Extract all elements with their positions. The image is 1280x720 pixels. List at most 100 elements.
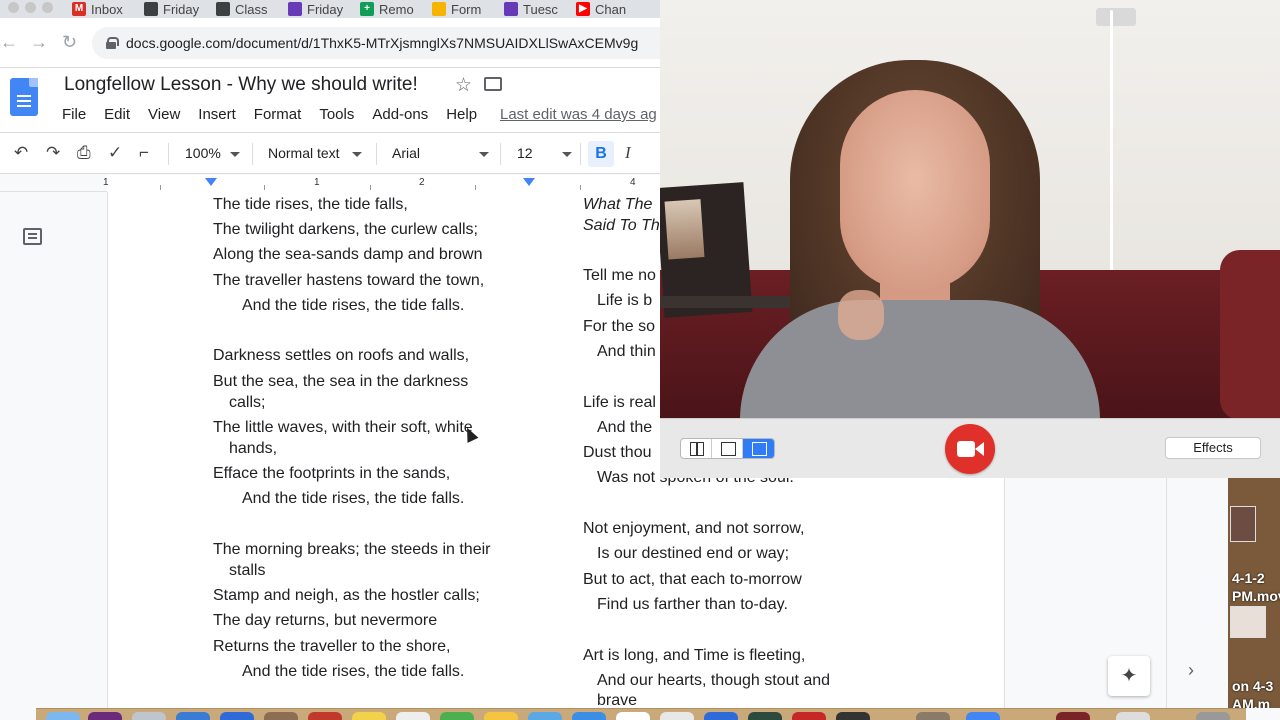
- app-icon[interactable]: [220, 712, 254, 720]
- app-icon[interactable]: [528, 712, 562, 720]
- app-icon[interactable]: [916, 712, 950, 720]
- spellcheck-icon[interactable]: ✓: [108, 143, 122, 163]
- indent-marker[interactable]: [205, 178, 217, 186]
- poem-line: The twilight darkens, the curlew calls;: [213, 221, 478, 238]
- style-select[interactable]: Normal text: [268, 145, 340, 161]
- file-name[interactable]: on 4-3: [1232, 678, 1273, 694]
- reload-icon[interactable]: ↻: [62, 32, 77, 53]
- app-icon[interactable]: [88, 712, 122, 720]
- explore-button[interactable]: ✦: [1108, 656, 1150, 696]
- print-icon[interactable]: ⎙: [77, 143, 91, 163]
- record-button[interactable]: [945, 424, 995, 474]
- document-outline-icon[interactable]: [23, 228, 42, 245]
- video-file-thumbnail[interactable]: [1230, 506, 1256, 542]
- poem-line: The little waves, with their soft, white: [213, 419, 473, 436]
- tab-friday-form[interactable]: Friday: [288, 0, 343, 18]
- font-select[interactable]: Arial: [392, 145, 420, 161]
- forward-icon[interactable]: →: [30, 32, 48, 53]
- app-icon[interactable]: [660, 712, 694, 720]
- poem-line: calls;: [229, 394, 266, 411]
- app-icon[interactable]: [792, 712, 826, 720]
- poem-line: Along the sea-sands damp and brown: [213, 246, 483, 263]
- app-icon[interactable]: [396, 712, 430, 720]
- effects-button[interactable]: Effects: [1165, 437, 1261, 459]
- chevron-right-icon[interactable]: ›: [1188, 660, 1194, 681]
- tab-friday[interactable]: Friday: [144, 0, 199, 18]
- menu-add-ons[interactable]: Add-ons: [372, 106, 428, 123]
- file-name[interactable]: PM.mov: [1232, 588, 1280, 604]
- last-edit-link[interactable]: Last edit was 4 days ag: [500, 106, 657, 123]
- file-name[interactable]: 4-1-2: [1232, 570, 1265, 586]
- app-icon[interactable]: [1116, 712, 1150, 720]
- poem-line: Darkness settles on roofs and walls,: [213, 347, 470, 364]
- app-icon[interactable]: [176, 712, 210, 720]
- poem-line: Returns the traveller to the shore,: [213, 638, 451, 655]
- app-icon[interactable]: [572, 712, 606, 720]
- chevron-down-icon: [352, 152, 362, 157]
- docs-logo-icon[interactable]: [10, 78, 38, 116]
- filmstrip-layout-icon[interactable]: [743, 439, 774, 458]
- undo-icon[interactable]: ↶: [14, 143, 28, 163]
- menu-format[interactable]: Format: [254, 106, 302, 123]
- star-icon[interactable]: ☆: [455, 74, 472, 97]
- menu-view[interactable]: View: [148, 106, 180, 123]
- app-icon[interactable]: [308, 712, 342, 720]
- lock-icon: [106, 37, 119, 49]
- poem-line: stalls: [229, 562, 266, 579]
- tab-remote[interactable]: + Remo: [360, 0, 414, 18]
- menu-file[interactable]: File: [62, 106, 86, 123]
- poem-line: For the so: [583, 318, 656, 335]
- layout-selector: [680, 438, 775, 459]
- menu-edit[interactable]: Edit: [104, 106, 130, 123]
- tab-inbox[interactable]: M Inbox: [72, 0, 123, 18]
- document-title[interactable]: Longfellow Lesson - Why we should write!: [64, 74, 418, 96]
- tab-tuesday[interactable]: Tuesc: [504, 0, 558, 18]
- right-indent-marker[interactable]: [523, 178, 535, 186]
- poem-title-line: Said To Th: [583, 217, 660, 234]
- single-layout-icon[interactable]: [712, 439, 743, 458]
- recording-controls: Effects: [660, 418, 1280, 478]
- font-size-select[interactable]: 12: [517, 145, 533, 161]
- file-name[interactable]: AM.m: [1232, 696, 1270, 708]
- paint-format-icon[interactable]: ⌐: [139, 143, 149, 163]
- maximize-window-button[interactable]: [42, 2, 53, 13]
- classroom-icon: [216, 2, 230, 16]
- poem-line: And the: [597, 419, 653, 436]
- video-file-thumbnail[interactable]: [1230, 606, 1266, 638]
- app-icon[interactable]: [132, 712, 166, 720]
- grid-layout-icon[interactable]: [681, 439, 712, 458]
- tab-channel[interactable]: ▶ Chan: [576, 0, 626, 18]
- close-window-button[interactable]: [8, 2, 19, 13]
- redo-icon[interactable]: ↷: [46, 143, 60, 163]
- app-icon[interactable]: [966, 712, 1000, 720]
- app-icon[interactable]: [704, 712, 738, 720]
- back-icon[interactable]: ←: [0, 32, 18, 53]
- minimize-window-button[interactable]: [25, 2, 36, 13]
- zoom-select[interactable]: 100%: [185, 145, 221, 161]
- move-folder-icon[interactable]: [484, 77, 502, 91]
- app-icon[interactable]: [264, 712, 298, 720]
- menu-help[interactable]: Help: [446, 106, 477, 123]
- desktop-files: 4-1-2 PM.mov on 4-3 AM.m: [1228, 478, 1280, 708]
- trash-icon[interactable]: [1196, 712, 1230, 720]
- bold-button[interactable]: B: [588, 141, 614, 167]
- menu-insert[interactable]: Insert: [198, 106, 236, 123]
- app-icon[interactable]: [440, 712, 474, 720]
- poem-line: Life is real: [583, 394, 656, 411]
- finder-icon[interactable]: [46, 712, 80, 720]
- webcam-preview: [660, 0, 1280, 418]
- chevron-down-icon: [230, 152, 240, 157]
- poem-line: And the tide rises, the tide falls.: [242, 490, 465, 507]
- tab-class[interactable]: Class: [216, 0, 268, 18]
- menu-tools[interactable]: Tools: [319, 106, 354, 123]
- tab-form[interactable]: Form: [432, 0, 481, 18]
- poem-line: And our hearts, though stout and: [597, 672, 831, 689]
- app-icon[interactable]: [616, 712, 650, 720]
- app-icon[interactable]: [748, 712, 782, 720]
- app-icon[interactable]: [836, 712, 870, 720]
- app-icon[interactable]: [484, 712, 518, 720]
- app-icon[interactable]: [1056, 712, 1090, 720]
- italic-button[interactable]: I: [625, 143, 631, 163]
- notes-icon[interactable]: [352, 712, 386, 720]
- ruler-label: 4: [630, 177, 636, 188]
